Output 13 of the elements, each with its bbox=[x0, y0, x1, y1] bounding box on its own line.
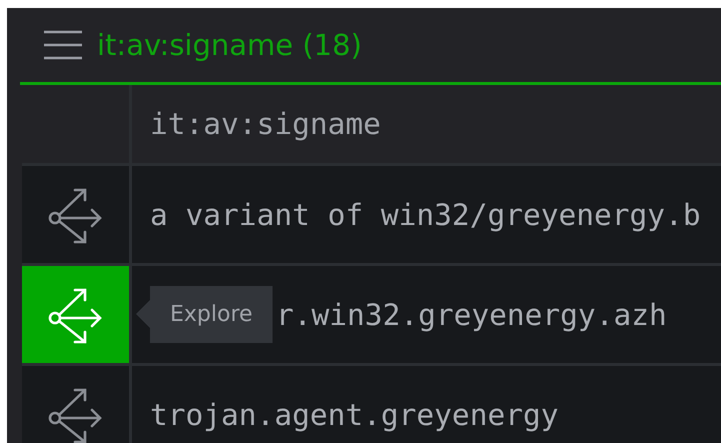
share-arrows-icon bbox=[46, 386, 104, 443]
share-arrows-icon bbox=[46, 186, 104, 244]
column-header: it:av:signame bbox=[132, 85, 721, 163]
table-cell: r.win32.greyenergy.azh bbox=[276, 298, 667, 332]
explore-button[interactable] bbox=[22, 166, 129, 263]
explore-button[interactable] bbox=[22, 266, 129, 363]
menu-icon[interactable] bbox=[44, 30, 82, 60]
share-arrows-icon bbox=[46, 286, 104, 344]
table-cell: trojan.agent.greyenergy bbox=[150, 398, 558, 432]
explore-button[interactable] bbox=[22, 366, 129, 443]
table-cell: a variant of win32/greyenergy.b bbox=[150, 198, 701, 232]
panel-title: it:av:signame (18) bbox=[97, 28, 362, 62]
tooltip: Explore bbox=[136, 286, 273, 343]
